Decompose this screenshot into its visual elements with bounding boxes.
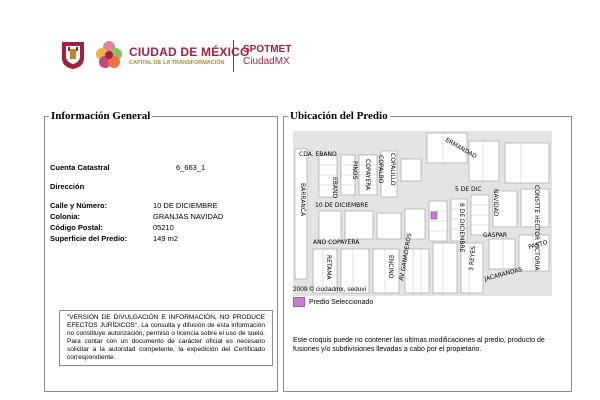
street-label: PINOS xyxy=(351,161,358,180)
street-label: COPALBO xyxy=(377,155,384,184)
colonia-label: Colonia: xyxy=(50,212,80,221)
superficie-label: Superficie del Predio: xyxy=(50,234,128,243)
map-disclaimer: Este croquis puede no contener las ultim… xyxy=(293,337,545,353)
flower-logo-icon xyxy=(96,41,122,68)
street-label: EBANO xyxy=(331,177,338,199)
direccion-label: Dirección xyxy=(50,182,85,191)
selected-parcel-marker xyxy=(430,211,438,220)
street-label: CDA. EBANO xyxy=(299,151,337,158)
street-label: ENCINO xyxy=(387,255,394,279)
calle-value: 10 DE DICIEMBRE xyxy=(153,201,218,210)
map-legend: Predio Seleccionado xyxy=(293,297,373,307)
street-label: NAVIDAD xyxy=(492,189,499,217)
street-label: GASPAR xyxy=(483,232,507,239)
cp-row: Código Postal: 05210 xyxy=(50,223,174,232)
street-label: COPALILLO xyxy=(389,153,396,186)
calle-label: Calle y Número: xyxy=(50,201,108,210)
colonia-value: GRANJAS NAVIDAD xyxy=(153,212,224,221)
street-label: RETAMA xyxy=(325,255,332,280)
superficie-row: Superficie del Predio: 149 m2 xyxy=(50,234,178,243)
legal-notice: "VERSIÓN DE DIVULGACIÓN E INFORMACIÓN, N… xyxy=(59,310,273,366)
cdmx-crest-icon xyxy=(62,42,84,69)
map-credit: 2009 © ciudadmx, seduvi xyxy=(293,286,367,293)
map-legend-label: Predio Seleccionado xyxy=(309,298,374,306)
street-label: 8 DE DICIEMBRE xyxy=(458,203,465,253)
page-header: CIUDAD DE MÉXICO CAPITAL DE LA TRANSFORM… xyxy=(0,0,600,95)
superficie-value: 149 m2 xyxy=(153,234,179,243)
brand-subtitle: CAPITAL DE LA TRANSFORMACIÓN xyxy=(129,60,225,66)
info-panel: Información General Cuenta Catastral 6_6… xyxy=(44,110,278,392)
map-panel: Ubicación del Predio ERMANDAD CDA. EBANO… xyxy=(283,110,572,392)
app-subtitle: CiudadMX xyxy=(243,56,290,67)
info-panel-title: Información General xyxy=(51,110,151,122)
colonia-row: Colonia: GRANJAS NAVIDAD xyxy=(50,212,223,221)
selected-parcel-swatch xyxy=(293,297,305,307)
cp-label: Código Postal: xyxy=(50,223,103,232)
street-label: BARRANCA xyxy=(299,183,306,217)
cuenta-value: 6_663_1 xyxy=(176,163,206,172)
cp-value: 05210 xyxy=(153,223,174,232)
street-label: CONSTTE HECTOR VICTORIA xyxy=(533,185,540,271)
brand-divider xyxy=(233,40,234,72)
brand-title: CIUDAD DE MÉXICO xyxy=(129,45,250,59)
location-map[interactable]: ERMANDAD CDA. EBANO PINOS COPAYERA COPAL… xyxy=(293,131,552,296)
street-label: AND COPAYERA xyxy=(313,239,360,246)
direccion-row: Dirección xyxy=(50,182,84,191)
street-label: 10 DE DICIEMBRE xyxy=(315,202,368,209)
street-label: COPAYERA xyxy=(364,159,371,191)
cuenta-row: Cuenta Catastral 6_663_1 xyxy=(50,163,205,172)
app-title: SPOTMET xyxy=(243,44,292,55)
street-label: 5 DE DIC xyxy=(455,186,482,193)
calle-row: Calle y Número: 10 DE DICIEMBRE xyxy=(50,201,218,210)
cuenta-label: Cuenta Catastral xyxy=(50,163,110,172)
map-panel-title: Ubicación del Predio xyxy=(290,110,388,122)
